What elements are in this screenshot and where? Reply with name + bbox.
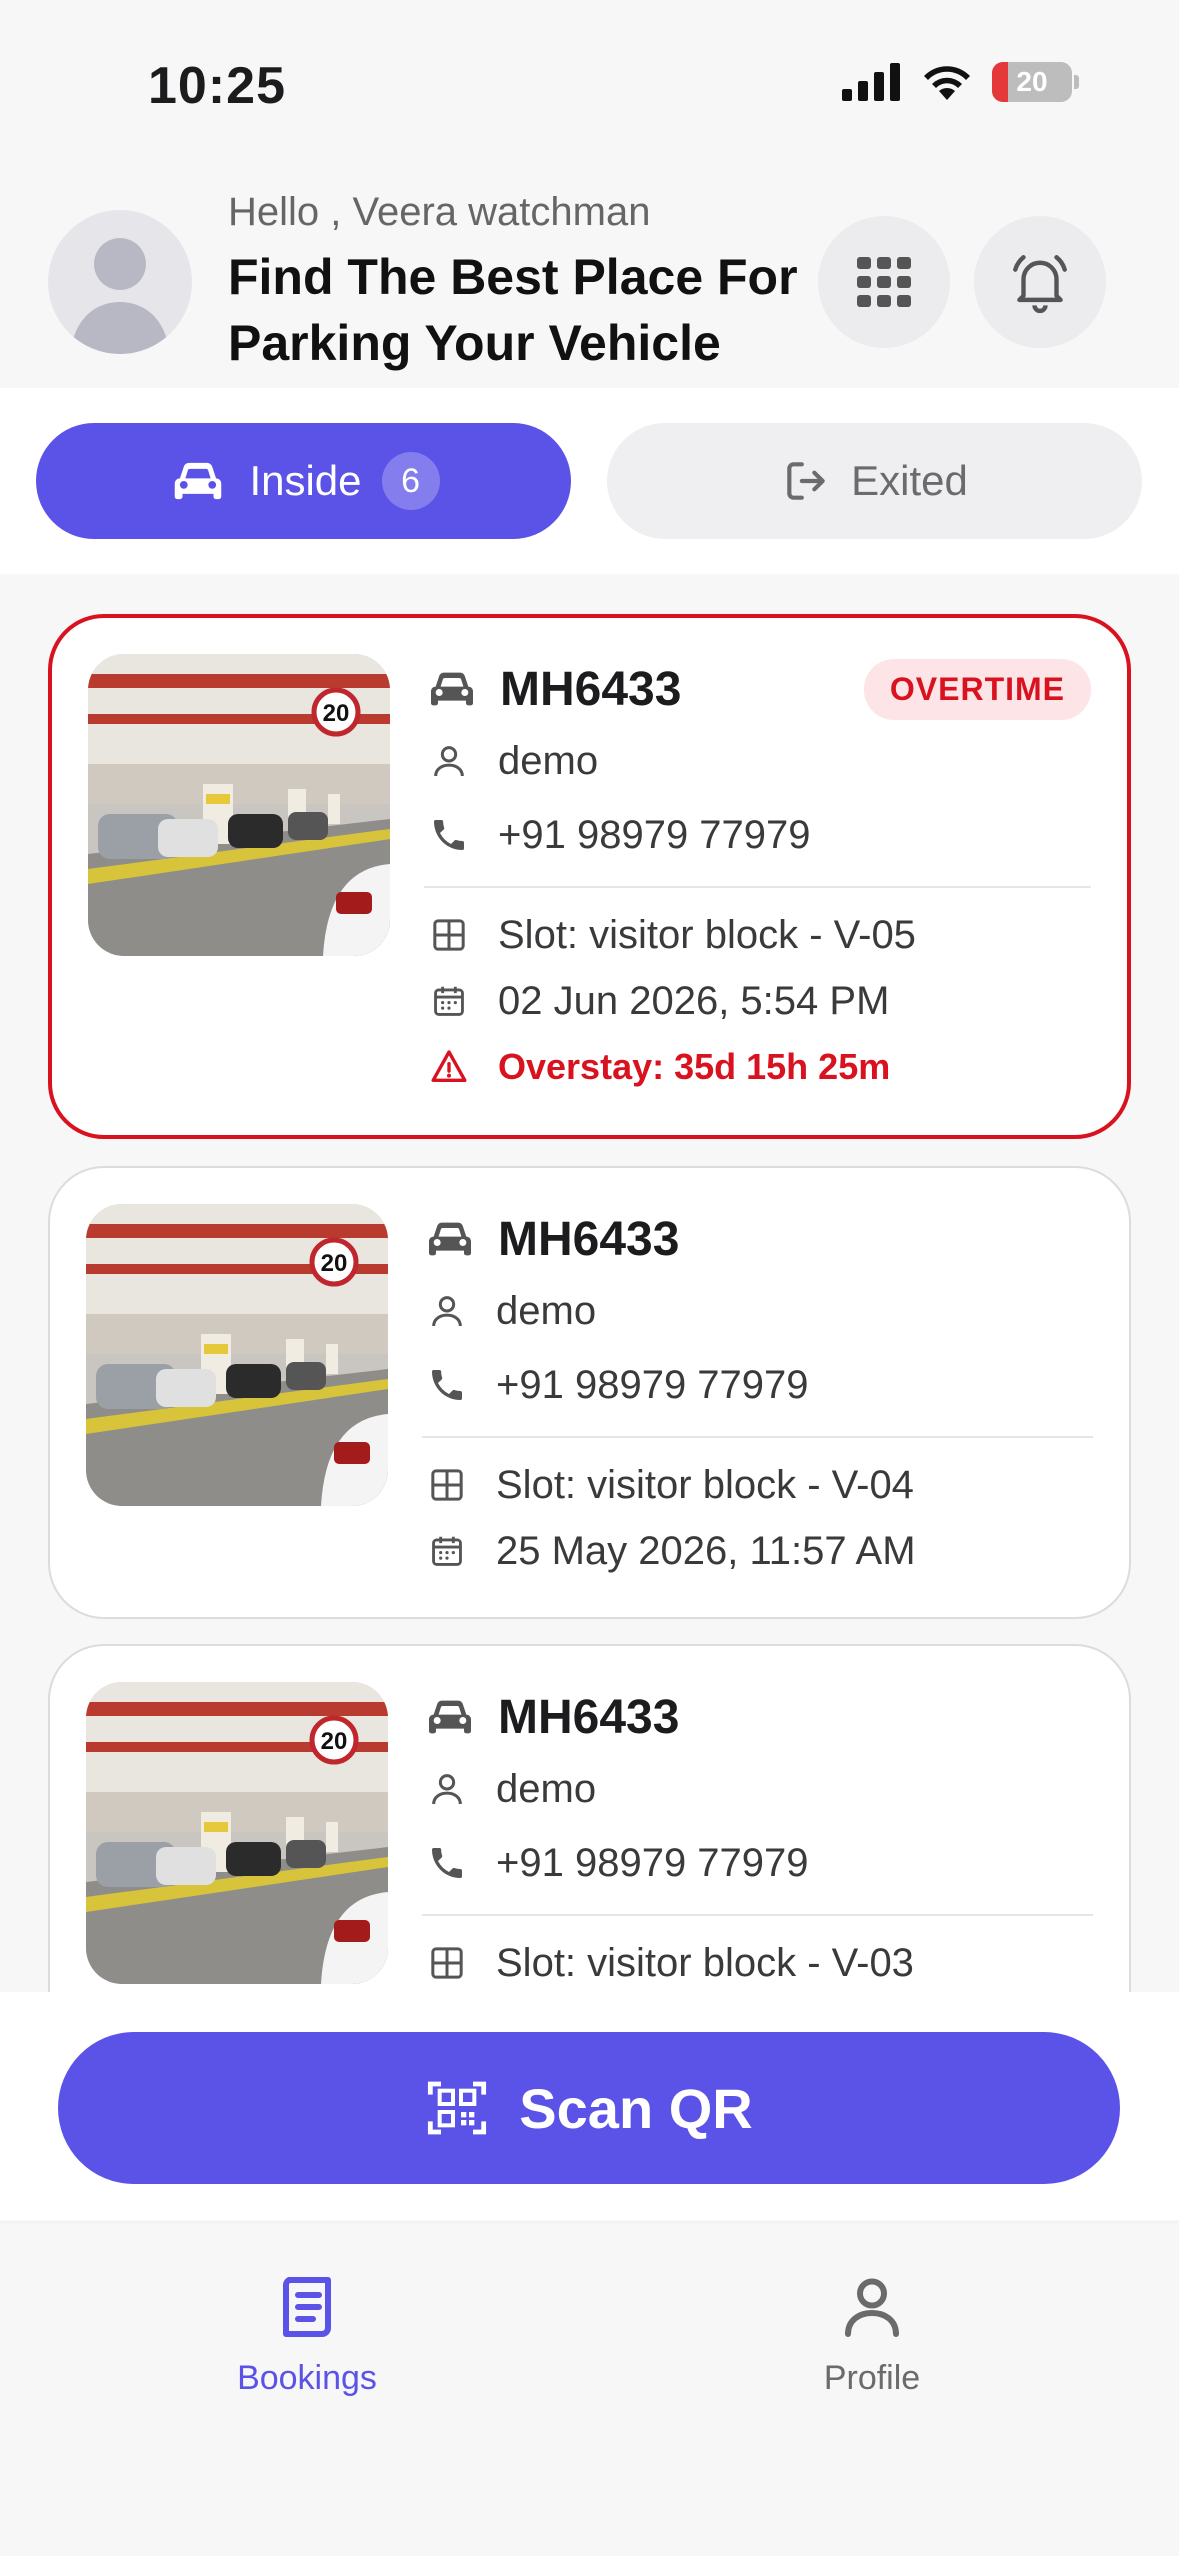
slot-icon	[429, 915, 469, 955]
vehicle-photo	[86, 1204, 388, 1506]
slot-text: Slot: visitor block - V-04	[496, 1462, 914, 1507]
slot-text: Slot: visitor block - V-03	[496, 1940, 914, 1985]
tab-exited-label: Exited	[851, 457, 968, 504]
battery-tip	[1074, 75, 1079, 89]
avatar[interactable]	[48, 210, 192, 354]
notifications-button[interactable]	[974, 216, 1106, 348]
status-bar: 10:25 20	[0, 0, 1179, 180]
nav-profile-label: Profile	[823, 2359, 921, 2397]
vehicle-photo	[86, 1682, 388, 1984]
scan-qr-button[interactable]: Scan QR	[58, 2032, 1120, 2184]
car-icon	[422, 1211, 478, 1267]
owner-phone[interactable]: +91 98979 77979	[496, 1841, 809, 1886]
grid-icon	[857, 257, 911, 307]
phone-icon	[427, 1365, 467, 1405]
phone-icon	[427, 1843, 467, 1883]
booking-card[interactable]: MH6433 demo +91 98979 77979 Slot: visito…	[48, 1644, 1131, 1992]
warning-icon	[429, 1047, 469, 1087]
phone-icon	[429, 815, 469, 855]
card-divider	[422, 1436, 1093, 1438]
slot-text: Slot: visitor block - V-05	[498, 912, 916, 957]
bookings-icon	[282, 2277, 331, 2337]
owner-name: demo	[498, 738, 599, 783]
nav-bookings-label: Bookings	[237, 2359, 377, 2397]
battery-icon: 20	[992, 62, 1072, 102]
nav-bookings[interactable]: Bookings	[157, 2271, 457, 2398]
page-title: Find The Best Place For Parking Your Veh…	[228, 249, 798, 371]
entry-datetime: 25 May 2026, 11:57 AM	[496, 1528, 916, 1573]
vehicle-photo	[88, 654, 390, 956]
owner-name: demo	[496, 1766, 597, 1811]
greeting-text: Hello , Veera watchman	[228, 190, 651, 234]
owner-phone[interactable]: +91 98979 77979	[498, 813, 811, 858]
booking-card[interactable]: MH6433 demo +91 98979 77979 Slot: visito…	[48, 1166, 1131, 1619]
vehicle-plate: MH6433	[500, 662, 682, 716]
tab-exited[interactable]: Exited	[607, 423, 1142, 539]
vehicle-plate: MH6433	[498, 1212, 680, 1266]
scan-qr-label: Scan QR	[519, 2076, 753, 2140]
bell-icon	[1013, 255, 1067, 313]
calendar-icon	[428, 1532, 466, 1570]
tab-inside[interactable]: Inside 6	[36, 423, 571, 539]
user-icon	[429, 741, 469, 781]
scan-section: Scan QR	[0, 1992, 1179, 2220]
overstay-text: Overstay: 35d 15h 25m	[498, 1046, 891, 1087]
header: Hello , Veera watchman Find The Best Pla…	[0, 180, 1179, 388]
car-icon	[424, 661, 480, 717]
owner-phone[interactable]: +91 98979 77979	[496, 1363, 809, 1408]
car-icon	[422, 1689, 478, 1745]
qr-scan-icon	[428, 2081, 487, 2135]
exit-icon	[787, 462, 825, 500]
battery-level: 20	[1016, 66, 1048, 97]
wifi-icon	[924, 66, 970, 100]
vehicle-plate: MH6433	[498, 1690, 680, 1744]
nav-profile[interactable]: Profile	[722, 2271, 1022, 2398]
bookings-list: MH6433 OVERTIME demo +91 98979 77979 Slo…	[0, 574, 1179, 1992]
signal-icon	[842, 63, 900, 101]
inside-count-badge: 6	[381, 452, 440, 510]
card-divider	[424, 886, 1091, 888]
car-icon	[167, 450, 229, 512]
owner-name: demo	[496, 1288, 597, 1333]
status-time: 10:25	[148, 57, 286, 115]
user-icon	[427, 1769, 467, 1809]
user-icon	[427, 1291, 467, 1331]
bottom-nav: Bookings Profile	[0, 2222, 1179, 2556]
tab-inside-label: Inside	[249, 457, 362, 504]
menu-grid-button[interactable]	[818, 216, 950, 348]
booking-tabs: Inside 6 Exited	[0, 388, 1179, 574]
slot-icon	[427, 1943, 467, 1983]
booking-card[interactable]: MH6433 OVERTIME demo +91 98979 77979 Slo…	[48, 614, 1131, 1139]
card-divider	[422, 1914, 1093, 1916]
avatar-placeholder-icon	[70, 238, 170, 354]
calendar-icon	[430, 982, 468, 1020]
entry-datetime: 02 Jun 2026, 5:54 PM	[498, 978, 890, 1023]
profile-icon	[845, 2278, 899, 2337]
overtime-badge: OVERTIME	[863, 658, 1091, 720]
slot-icon	[427, 1465, 467, 1505]
status-icons: 20	[842, 62, 1079, 102]
